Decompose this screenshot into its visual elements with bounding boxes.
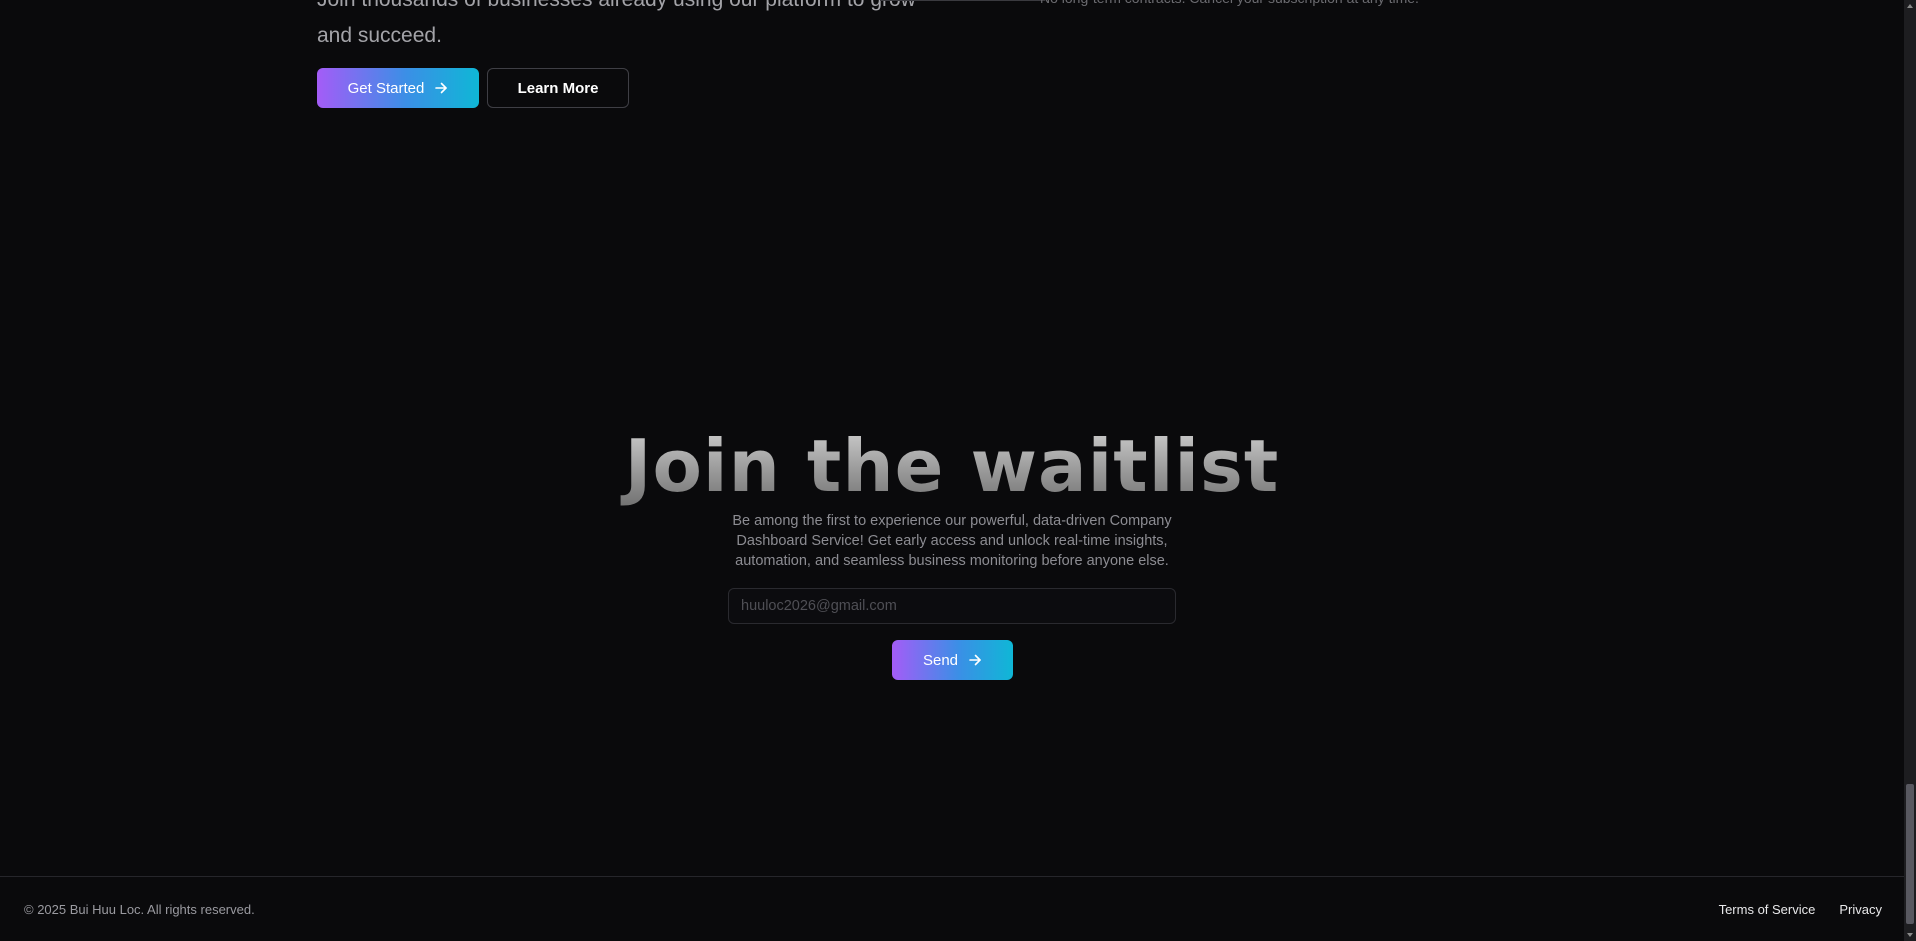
copyright-text: © 2025 Bui Huu Loc. All rights reserved. <box>24 902 255 917</box>
learn-more-button[interactable]: Learn More <box>487 68 629 108</box>
waitlist-description: Be among the first to experience our pow… <box>732 513 1172 569</box>
cta-note: No long-term contracts. Cancel your subs… <box>1040 0 1419 8</box>
cta-divider <box>880 0 1045 1</box>
get-started-label: Get Started <box>347 79 425 97</box>
email-field[interactable] <box>728 588 1176 624</box>
scroll-thumb[interactable] <box>1906 784 1914 924</box>
page: Join thousands of businesses already usi… <box>0 0 1916 941</box>
send-label: Send <box>922 651 959 669</box>
arrow-right-icon <box>969 654 981 666</box>
scroll-up-icon[interactable] <box>1907 4 1913 8</box>
footer: © 2025 Bui Huu Loc. All rights reserved.… <box>0 876 1904 941</box>
send-button[interactable]: Send <box>892 640 1013 680</box>
scrollbar[interactable] <box>1904 0 1916 941</box>
privacy-link[interactable]: Privacy <box>1839 902 1882 917</box>
arrow-right-icon <box>435 82 448 94</box>
footer-links: Terms of Service Privacy <box>1719 902 1882 917</box>
cta-text: Join thousands of businesses already usi… <box>317 0 916 47</box>
get-started-button[interactable]: Get Started <box>317 68 479 108</box>
scroll-down-icon[interactable] <box>1907 933 1913 937</box>
terms-of-service-link[interactable]: Terms of Service <box>1719 902 1816 917</box>
waitlist-title: Join the waitlist <box>0 422 1904 510</box>
learn-more-label: Learn More <box>517 79 599 97</box>
